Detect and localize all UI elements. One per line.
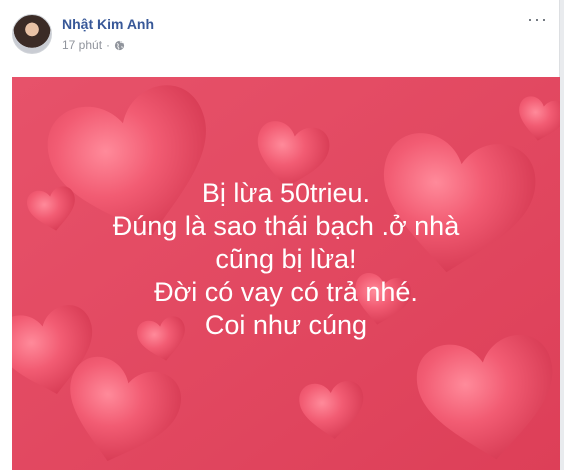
post-text-line: Đúng là sao thái bạch .ở nhà: [112, 211, 460, 241]
avatar[interactable]: [12, 14, 52, 54]
more-options-icon[interactable]: ···: [527, 10, 548, 28]
post-card: Nhật Kim Anh 17 phút · ··· Bị lừa 50trie…: [0, 0, 560, 470]
post-text-line: Coi như cúng: [204, 310, 368, 340]
globe-icon[interactable]: [114, 40, 125, 51]
post-text-line: cũng bị lừa!: [215, 244, 357, 274]
post-text-line: Đời có vay có trả nhé.: [154, 277, 418, 307]
post-text-line: Bị lừa 50trieu.: [201, 178, 371, 208]
post-time[interactable]: 17 phút: [62, 38, 102, 52]
post-header: Nhật Kim Anh 17 phút · ···: [0, 0, 560, 76]
post-meta: 17 phút ·: [62, 38, 125, 52]
author-name[interactable]: Nhật Kim Anh: [62, 16, 154, 32]
post-text: Bị lừa 50trieu. Đúng là sao thái bạch .ở…: [12, 177, 560, 342]
meta-separator: ·: [106, 38, 111, 52]
post-image[interactable]: Bị lừa 50trieu. Đúng là sao thái bạch .ở…: [12, 77, 560, 470]
